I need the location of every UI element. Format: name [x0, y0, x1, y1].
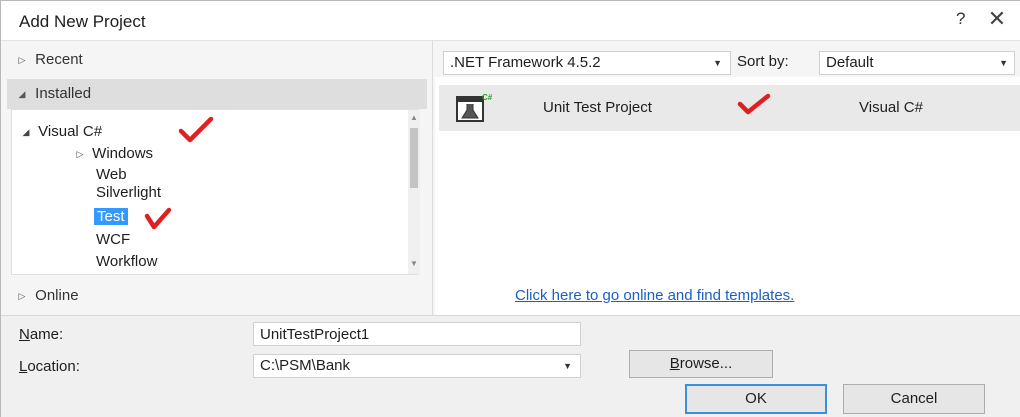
name-label-accesskey: N	[19, 326, 30, 343]
unit-test-csharp-icon: C#	[456, 93, 493, 122]
expand-arrow-icon: ▷	[76, 149, 84, 160]
tree-scrollbar[interactable]: ▲ ▼	[408, 110, 420, 274]
red-checkmark-icon	[178, 116, 214, 143]
tree-item-label: Workflow	[96, 253, 158, 270]
dropdown-arrow-icon: ▼	[713, 58, 722, 68]
sort-by-dropdown[interactable]: Default ▼	[819, 51, 1015, 75]
tree-item-workflow[interactable]: Workflow	[96, 252, 157, 272]
location-label-text: ocation:	[27, 358, 80, 375]
scroll-up-arrow-icon[interactable]: ▲	[408, 112, 420, 124]
tree-item-label: Silverlight	[96, 184, 162, 201]
recent-node[interactable]: ▷ Recent	[13, 49, 83, 71]
online-node[interactable]: ▷ Online	[13, 285, 79, 307]
location-value: C:\PSM\Bank	[260, 357, 351, 374]
sort-by-label: Sort by:	[737, 53, 789, 70]
project-name-input[interactable]	[253, 322, 581, 346]
red-checkmark-icon	[737, 93, 771, 115]
browse-label: rowse...	[679, 355, 733, 372]
tree-item-visual-csharp[interactable]: ◢ Visual C#	[18, 122, 103, 142]
project-details-form: Name: Location: C:\PSM\Bank ▼ Browse... …	[1, 315, 1020, 417]
scroll-thumb[interactable]	[410, 128, 418, 188]
framework-value: .NET Framework 4.5.2	[450, 54, 601, 71]
template-name: Unit Test Project	[543, 99, 652, 116]
template-categories-panel: ▷ Recent ◢ Installed ◢ Visual C# ▷ Windo…	[1, 41, 433, 315]
collapse-arrow-icon: ◢	[22, 127, 30, 138]
tree-item-web[interactable]: Web	[96, 165, 127, 185]
scroll-down-arrow-icon[interactable]: ▼	[408, 258, 420, 270]
name-label: Name:	[19, 326, 63, 343]
dropdown-arrow-icon: ▼	[563, 361, 572, 371]
tree-item-label: Web	[96, 166, 127, 183]
templates-toolbar: .NET Framework 4.5.2 ▼ Sort by: Default …	[435, 41, 1020, 77]
dialog-title: Add New Project	[19, 12, 146, 31]
tree-item-test[interactable]: Test	[94, 207, 128, 227]
svg-text:C#: C#	[482, 93, 493, 102]
recent-label: Recent	[35, 51, 83, 68]
template-language: Visual C#	[859, 99, 923, 116]
browse-accesskey: B	[669, 355, 680, 372]
find-templates-online-link[interactable]: Click here to go online and find templat…	[515, 287, 794, 304]
location-dropdown[interactable]: C:\PSM\Bank ▼	[253, 354, 581, 378]
dropdown-arrow-icon: ▼	[999, 58, 1008, 68]
collapse-arrow-icon: ◢	[18, 89, 26, 100]
tree-item-label: Visual C#	[38, 123, 103, 140]
framework-dropdown[interactable]: .NET Framework 4.5.2 ▼	[443, 51, 731, 75]
close-button[interactable]: ✕	[986, 6, 1008, 32]
tree-item-label: Windows	[92, 145, 154, 162]
template-row-unit-test-project[interactable]: C# Unit Test Project Visual C#	[439, 85, 1020, 131]
tree-item-label: WCF	[96, 231, 131, 248]
tree-item-label-selected: Test	[94, 208, 128, 225]
ok-button[interactable]: OK	[685, 384, 827, 414]
location-label: Location:	[19, 358, 80, 375]
sort-value: Default	[826, 54, 874, 71]
name-label-text: ame:	[29, 326, 64, 343]
installed-node[interactable]: ◢ Installed	[13, 83, 92, 105]
expand-arrow-icon: ▷	[18, 55, 26, 66]
title-bar: Add New Project ? ✕	[1, 1, 1020, 41]
category-tree: ◢ Visual C# ▷ Windows Web Silverlight Te…	[11, 109, 420, 275]
add-new-project-dialog: Add New Project ? ✕ ▷ Recent ◢ Installed…	[0, 0, 1020, 417]
tree-item-wcf[interactable]: WCF	[96, 230, 130, 250]
red-checkmark-icon	[144, 207, 172, 230]
online-label: Online	[35, 287, 79, 304]
templates-panel: .NET Framework 4.5.2 ▼ Sort by: Default …	[435, 41, 1020, 315]
tree-item-windows[interactable]: ▷ Windows	[72, 144, 154, 164]
expand-arrow-icon: ▷	[18, 291, 26, 302]
cancel-button[interactable]: Cancel	[843, 384, 985, 414]
browse-button[interactable]: Browse...	[629, 350, 773, 378]
tree-item-silverlight[interactable]: Silverlight	[96, 183, 161, 203]
help-button[interactable]: ?	[956, 9, 970, 31]
installed-label: Installed	[35, 85, 92, 102]
